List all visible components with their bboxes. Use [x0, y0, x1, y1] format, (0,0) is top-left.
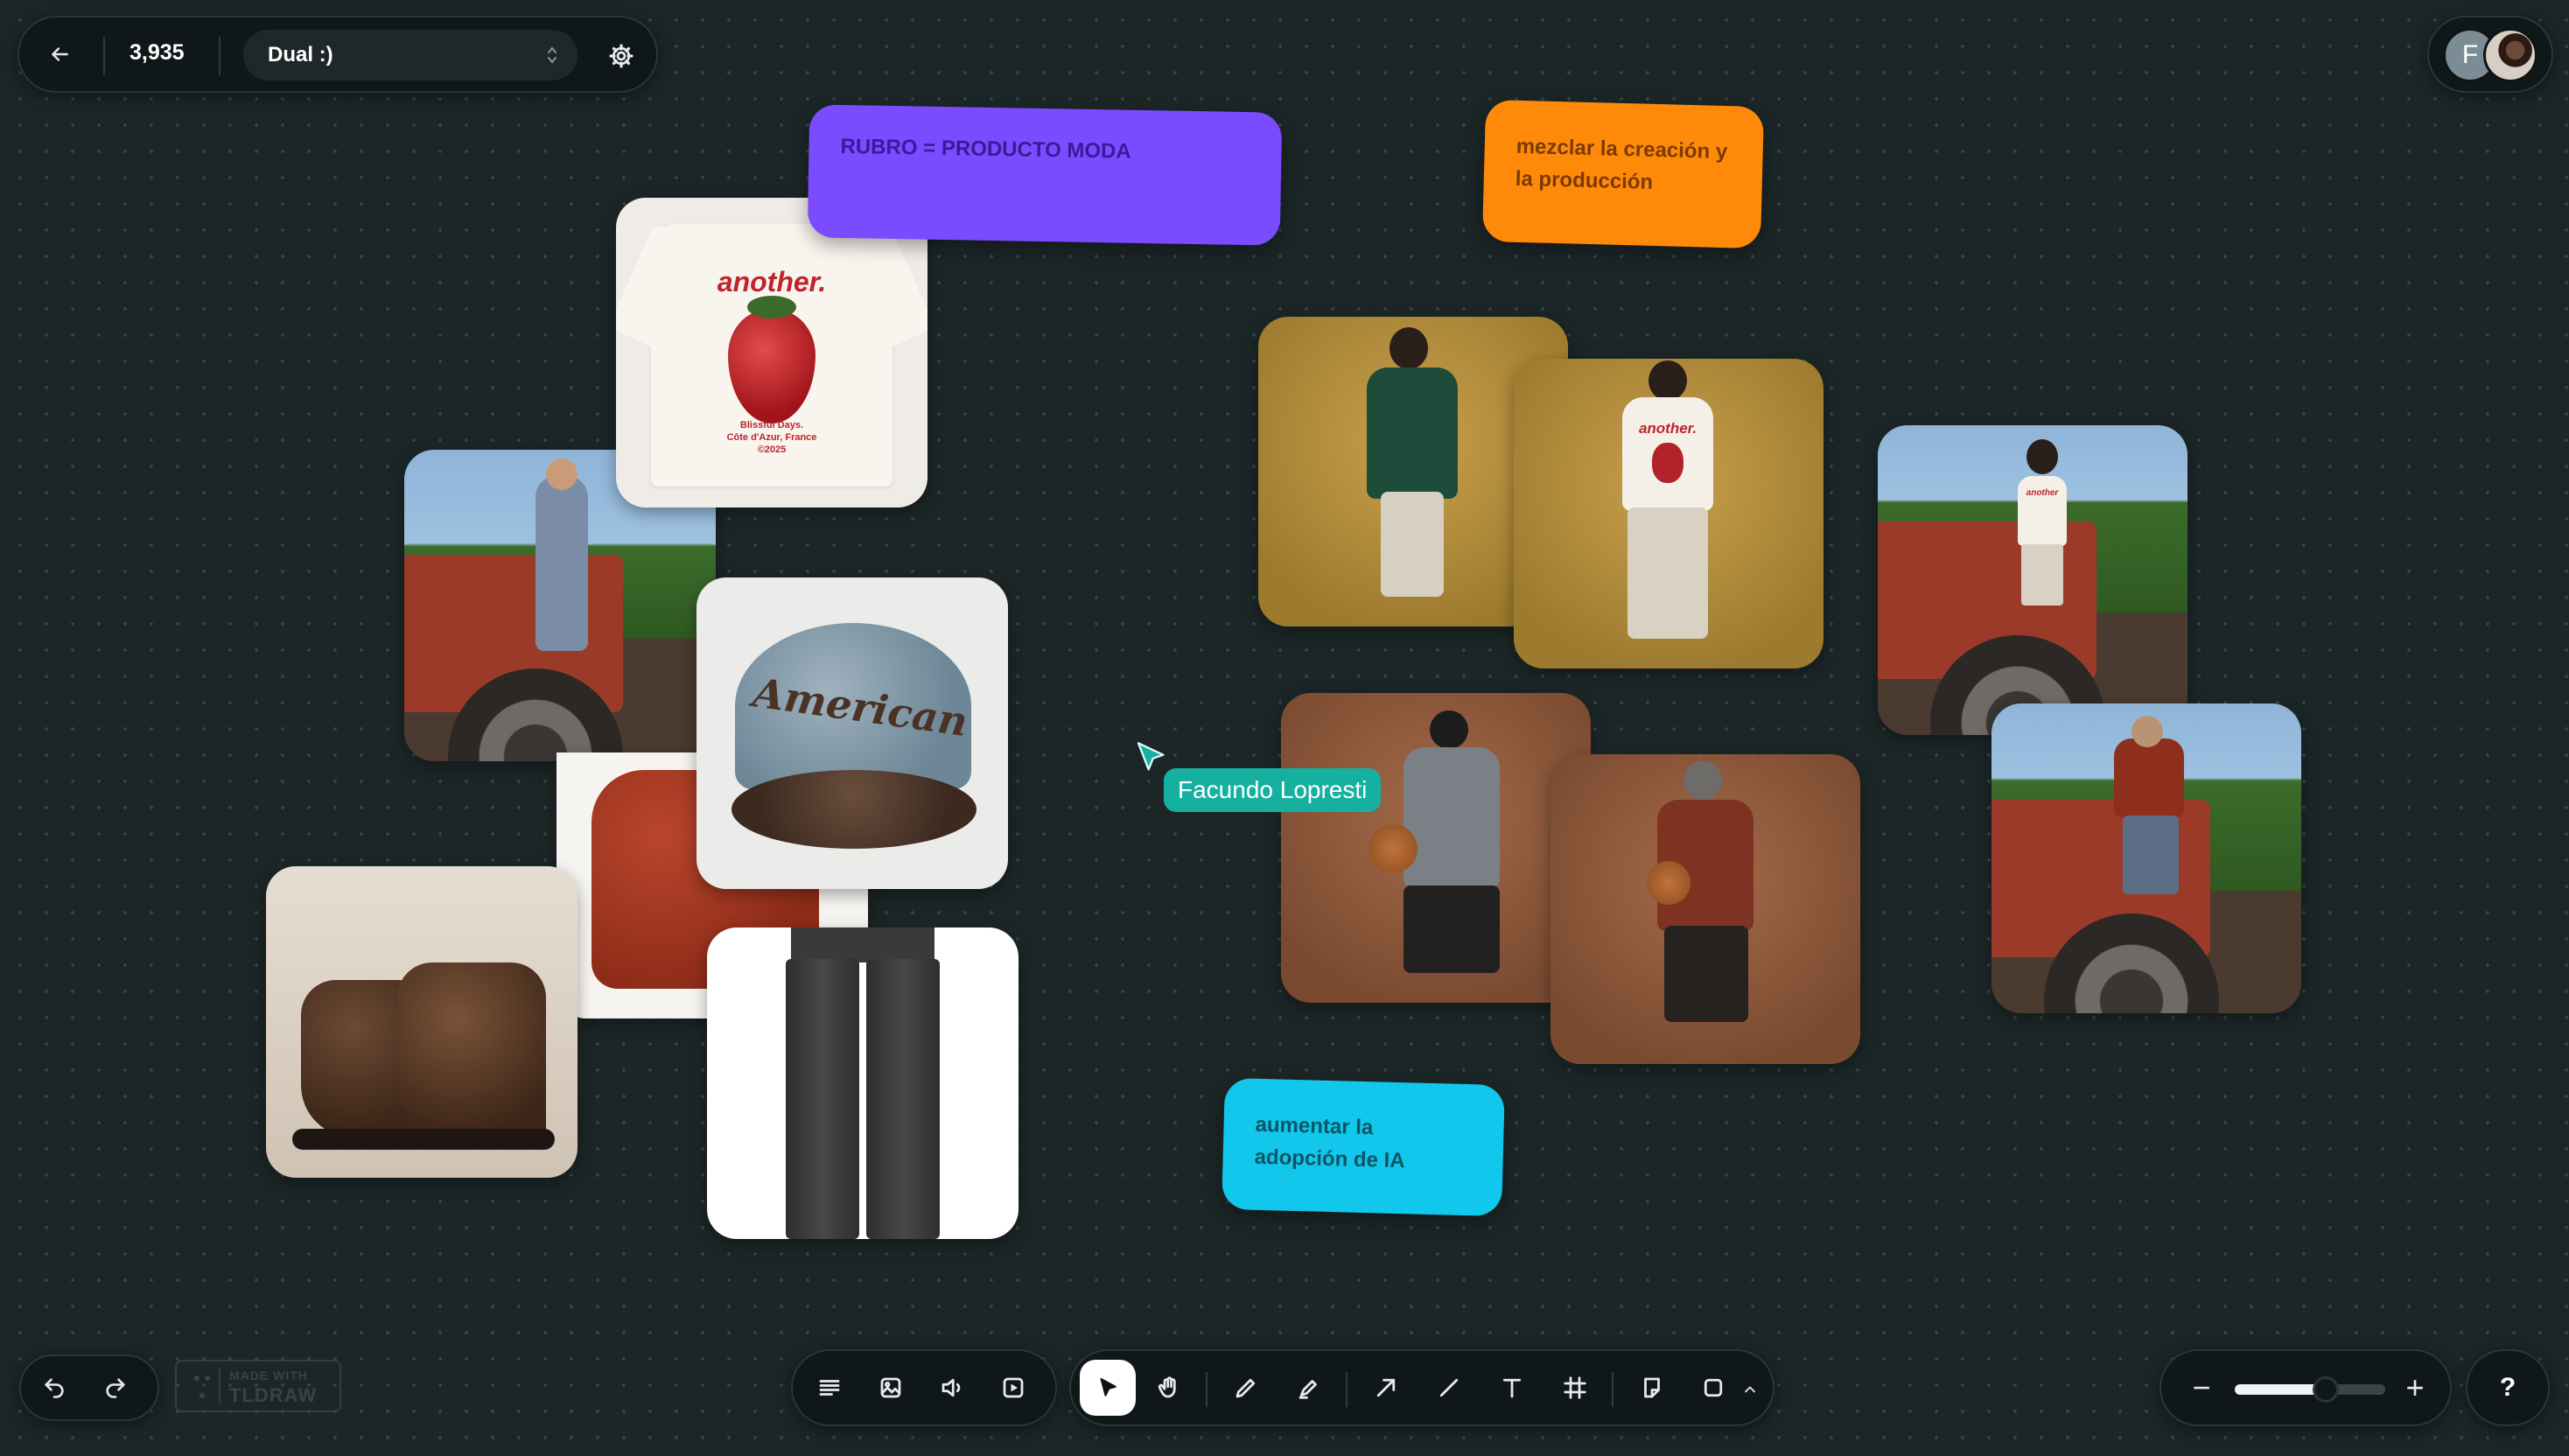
frame-tool[interactable] — [1547, 1360, 1603, 1416]
help-button[interactable]: ? — [2466, 1349, 2550, 1426]
undo-button[interactable] — [30, 1363, 79, 1412]
collaborator-name-tag: Facundo Lopresti — [1164, 768, 1382, 812]
zoom-controls: − + — [2160, 1349, 2452, 1426]
element-count: 3,935 — [130, 40, 185, 65]
select-tool[interactable] — [1080, 1360, 1136, 1416]
back-button[interactable] — [38, 33, 80, 75]
zoom-slider[interactable] — [2235, 1379, 2385, 1400]
made-with-tldraw[interactable]: ● ● ● MADE WITH TLDRAW — [175, 1360, 341, 1412]
image-jeans[interactable] — [707, 928, 1018, 1239]
hand-tool[interactable] — [1141, 1360, 1197, 1416]
help-icon: ? — [2499, 1373, 2516, 1402]
sticky-note-icon — [1644, 1377, 1660, 1398]
undo-icon — [45, 1378, 64, 1398]
hand-icon — [1158, 1376, 1176, 1398]
zoom-slider-fill — [2235, 1384, 2326, 1395]
image-basketball-fleece[interactable] — [1550, 754, 1860, 1064]
select-icon — [1100, 1378, 1116, 1396]
audio-button[interactable] — [924, 1360, 980, 1416]
rectangle-tool[interactable] — [1685, 1360, 1741, 1416]
tldraw-logo-icon: ● ● ● — [186, 1368, 220, 1404]
sticky-note-mezclar[interactable]: mezclar la creación y la producción — [1481, 99, 1765, 249]
sticky-text: RUBRO = PRODUCTO MODA — [840, 134, 1131, 164]
avatar-photo[interactable] — [2483, 28, 2538, 82]
image-cap[interactable]: American — [696, 578, 1008, 889]
audio-icon — [942, 1378, 961, 1397]
zoom-out-button[interactable]: − — [2177, 1363, 2226, 1412]
frame-icon — [1564, 1376, 1586, 1399]
zoom-slider-thumb[interactable] — [2315, 1379, 2336, 1400]
video-icon — [1003, 1377, 1024, 1398]
arrow-tool[interactable] — [1358, 1360, 1414, 1416]
gear-icon — [609, 44, 634, 68]
history-controls — [19, 1354, 159, 1421]
image-tshirt[interactable]: another. Blissful Days. Côte d'Azur, Fra… — [616, 198, 928, 508]
highlight-tool[interactable] — [1281, 1360, 1337, 1416]
image-icon — [880, 1377, 901, 1398]
note-tool[interactable] — [1624, 1360, 1680, 1416]
top-toolbar: 3,935 Dual :) — [18, 16, 658, 93]
text-menu-icon — [819, 1380, 840, 1396]
more-tools-button[interactable] — [1736, 1374, 1764, 1405]
image-basketball-blazer[interactable] — [1281, 693, 1591, 1003]
redo-icon — [106, 1378, 125, 1398]
arrow-left-icon — [52, 47, 68, 61]
arrow-icon — [1376, 1378, 1396, 1397]
sticky-text: mezclar la creación y la producción — [1515, 134, 1728, 195]
board-name: Dual :) — [268, 43, 333, 66]
video-button[interactable] — [985, 1360, 1041, 1416]
image-tractor-tshirt[interactable]: another — [1878, 425, 2188, 735]
image-boots[interactable] — [266, 866, 578, 1178]
image-tractor-fleece[interactable] — [1992, 704, 2301, 1013]
sticky-note-rubro[interactable]: RUBRO = PRODUCTO MODA — [807, 104, 1283, 246]
board-selector[interactable]: Dual :) — [243, 30, 578, 80]
zoom-in-button[interactable]: + — [2390, 1363, 2440, 1412]
rectangle-icon — [1704, 1378, 1723, 1397]
chevron-up-icon — [1745, 1386, 1755, 1393]
pencil-icon — [1236, 1378, 1256, 1398]
image-tshirt-model[interactable]: another. — [1514, 359, 1824, 668]
text-menu-button[interactable] — [802, 1360, 858, 1416]
drawing-toolbar — [1069, 1349, 1774, 1426]
line-icon — [1439, 1378, 1459, 1397]
image-button[interactable] — [863, 1360, 919, 1416]
text-tool[interactable] — [1484, 1360, 1540, 1416]
media-toolbar — [791, 1349, 1057, 1426]
collaborator-cursor-icon — [1137, 742, 1165, 771]
text-icon — [1502, 1378, 1522, 1398]
redo-button[interactable] — [91, 1363, 140, 1412]
collaborators: F — [2427, 16, 2553, 93]
sticky-text: aumentar la adopción de IA — [1254, 1112, 1405, 1173]
chevron-updown-icon — [548, 46, 556, 64]
settings-button[interactable] — [600, 35, 642, 77]
highlighter-icon — [1298, 1380, 1317, 1399]
sticky-note-ia[interactable]: aumentar la adopción de IA — [1222, 1077, 1505, 1217]
draw-tool[interactable] — [1218, 1360, 1274, 1416]
tshirt-brand: another. — [717, 266, 827, 298]
line-tool[interactable] — [1421, 1360, 1477, 1416]
